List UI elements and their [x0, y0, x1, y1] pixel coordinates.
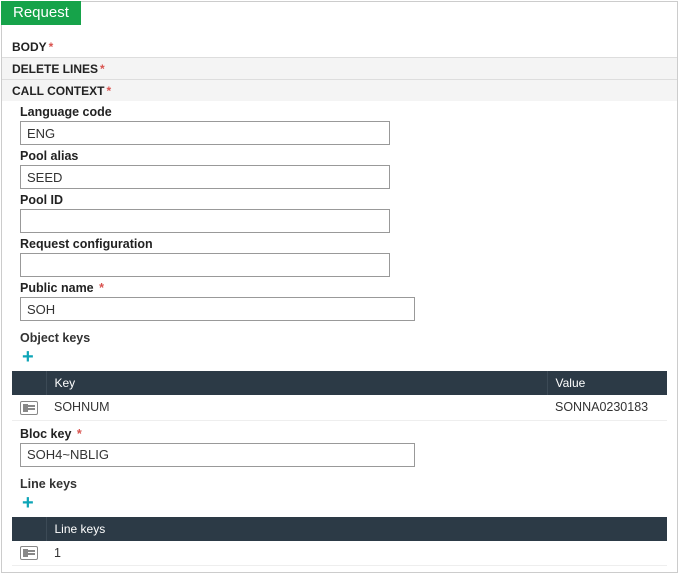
- row-detail-icon[interactable]: [20, 401, 38, 415]
- input-public-name[interactable]: [20, 297, 415, 321]
- object-keys-table: Key Value SOHNUM SONNA0230183: [12, 371, 667, 421]
- input-pool-id[interactable]: [20, 209, 390, 233]
- label-public-name: Public name *: [20, 281, 667, 295]
- tab-request[interactable]: Request: [1, 1, 81, 25]
- label-pool-alias: Pool alias: [20, 149, 667, 163]
- label-pool-id: Pool ID: [20, 193, 667, 207]
- input-request-configuration[interactable]: [20, 253, 390, 277]
- section-delete-lines: DELETE LINES*: [2, 57, 677, 79]
- cell-value: SONNA0230183: [547, 395, 667, 420]
- column-row-selector: [12, 371, 46, 395]
- table-row[interactable]: 1: [12, 541, 667, 566]
- column-row-selector: [12, 517, 46, 541]
- input-language-code[interactable]: [20, 121, 390, 145]
- add-object-key-button[interactable]: +: [2, 347, 677, 371]
- line-keys-table: Line keys 1: [12, 517, 667, 567]
- input-bloc-key[interactable]: [20, 443, 415, 467]
- header-line-keys: Line keys: [2, 473, 677, 493]
- required-icon: *: [100, 62, 105, 76]
- header-object-keys: Object keys: [2, 327, 677, 347]
- required-icon: *: [49, 40, 54, 54]
- cell-line-key: 1: [46, 541, 667, 566]
- required-icon: *: [96, 281, 104, 295]
- section-body: BODY*: [2, 32, 677, 57]
- column-line-keys: Line keys: [46, 517, 667, 541]
- cell-key: SOHNUM: [46, 395, 547, 420]
- row-detail-icon[interactable]: [20, 546, 38, 560]
- table-row[interactable]: SOHNUM SONNA0230183: [12, 395, 667, 420]
- required-icon: *: [73, 427, 81, 441]
- label-bloc-key: Bloc key *: [20, 427, 667, 441]
- input-pool-alias[interactable]: [20, 165, 390, 189]
- add-line-key-button[interactable]: +: [2, 493, 677, 517]
- section-call-context: CALL CONTEXT*: [2, 79, 677, 101]
- label-language-code: Language code: [20, 105, 667, 119]
- label-request-configuration: Request configuration: [20, 237, 667, 251]
- required-icon: *: [106, 84, 111, 98]
- column-key: Key: [46, 371, 547, 395]
- tab-request-label: Request: [13, 4, 69, 21]
- column-value: Value: [547, 371, 667, 395]
